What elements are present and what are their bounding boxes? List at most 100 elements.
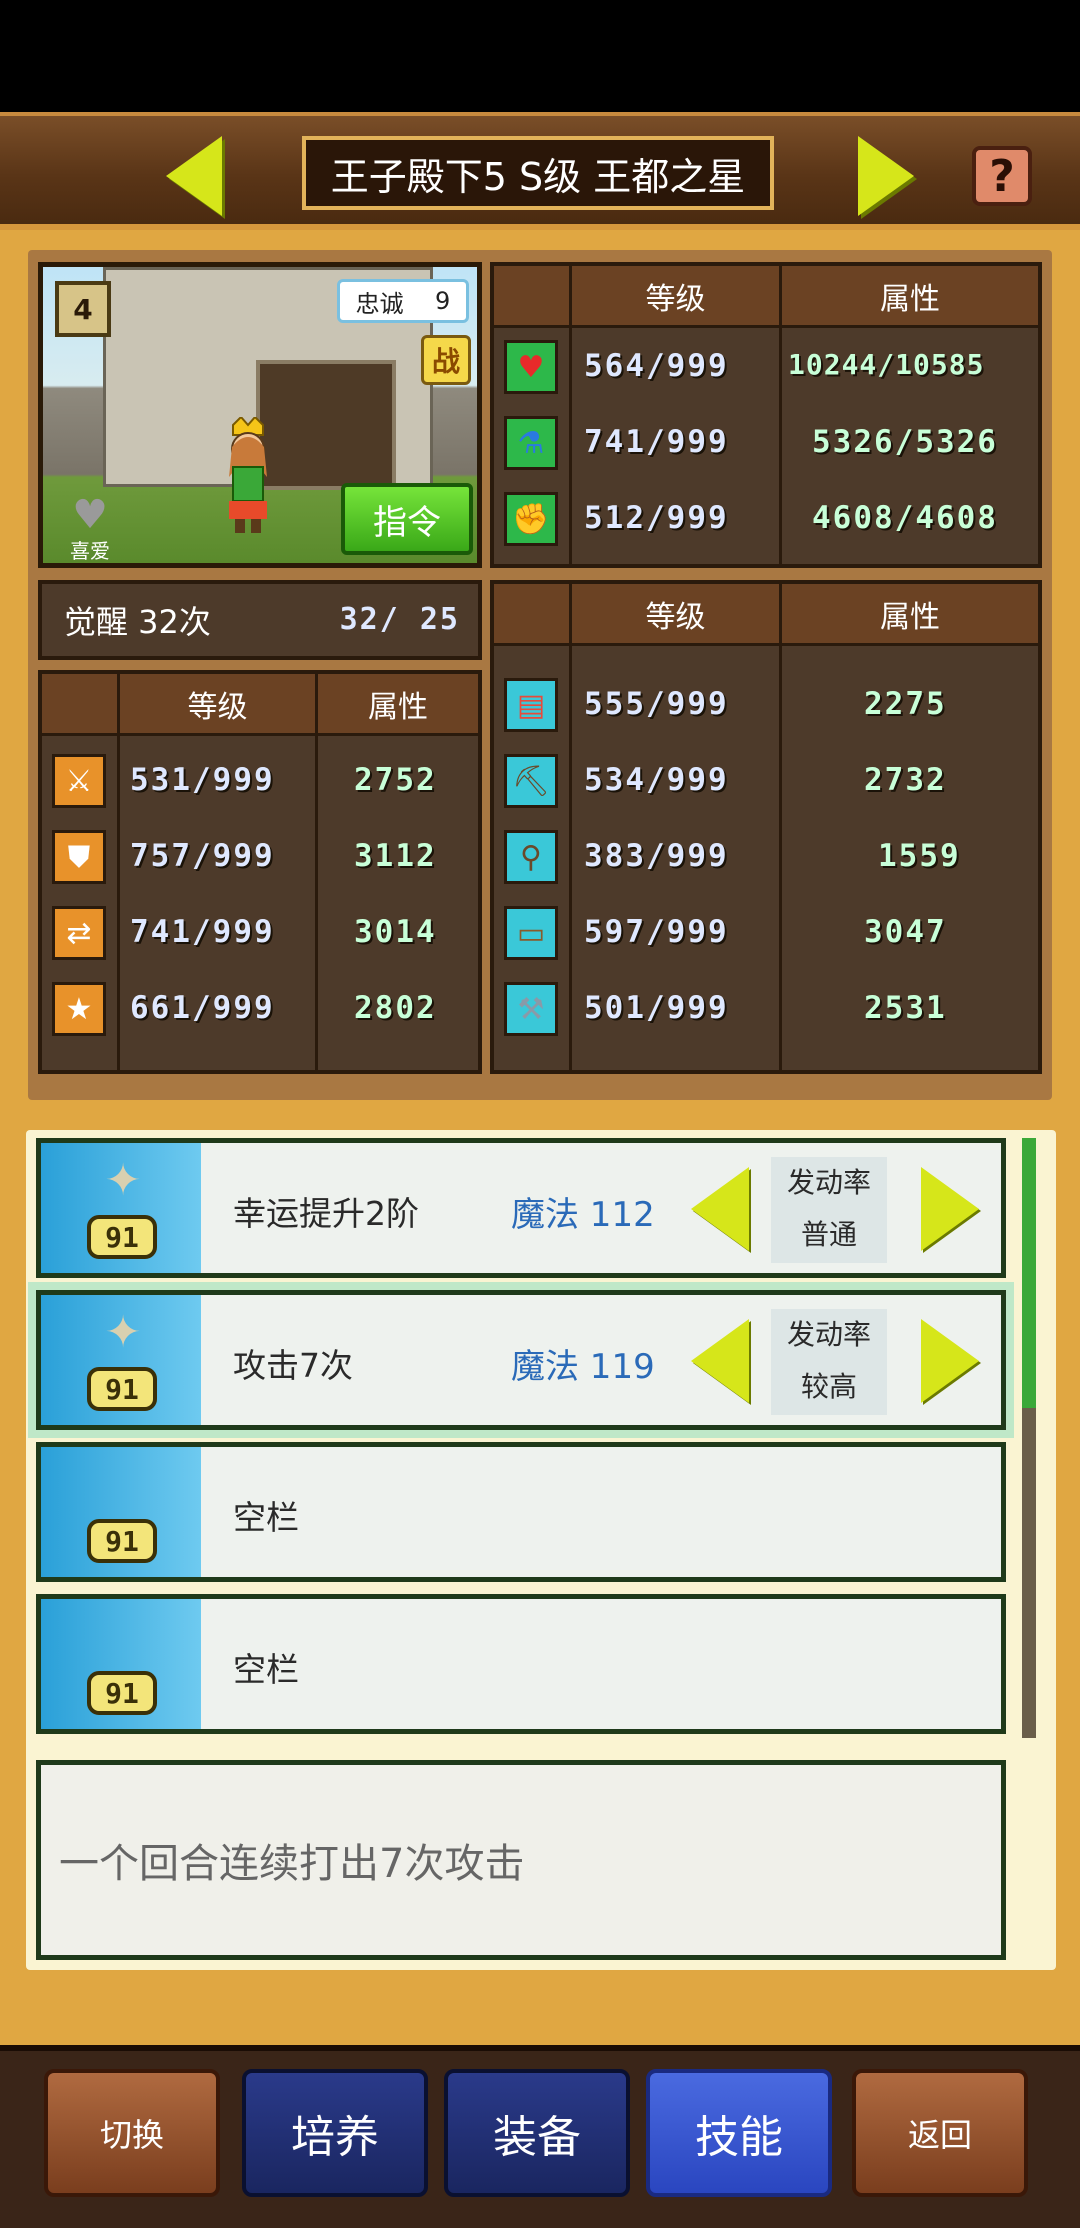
combat-stats-table: 等级 属性 ⚔ 531/999 2752 ⛊ 757/999 3112 ⇄ 74… bbox=[38, 670, 482, 1074]
skill-level: 91 bbox=[87, 1671, 157, 1715]
status-bar bbox=[0, 0, 1080, 112]
skill-magic-cost: 魔法 119 bbox=[511, 1347, 655, 1387]
awaken-value: 32/ 25 bbox=[339, 602, 460, 637]
crafting-level: 597/999 bbox=[584, 914, 729, 950]
prev-character-button[interactable] bbox=[166, 136, 226, 216]
skill-slot-2[interactable]: ✦ 91 攻击7次 魔法 119 发动率 较高 bbox=[36, 1290, 1006, 1430]
activation-rate: 发动率 普通 bbox=[771, 1157, 887, 1263]
skill-slot-4[interactable]: 91 空栏 bbox=[36, 1594, 1006, 1734]
skill-name: 空栏 bbox=[233, 1498, 299, 1537]
heart-icon: ♥ bbox=[72, 492, 108, 538]
train-button[interactable]: 培养 bbox=[242, 2069, 428, 2197]
rate-decrease-button[interactable] bbox=[691, 1167, 755, 1251]
hp-level: 564/999 bbox=[584, 348, 729, 384]
skills-tab-button[interactable]: 技能 bbox=[646, 2069, 832, 2197]
header-bar: 王子殿下5 S级 王都之星 ? bbox=[0, 112, 1080, 230]
rate-value: 较高 bbox=[800, 1370, 857, 1403]
skill-scrollbar[interactable] bbox=[1022, 1138, 1036, 1738]
skill-magic-cost: 魔法 112 bbox=[511, 1195, 655, 1235]
arrow-left-icon bbox=[691, 1167, 749, 1251]
shovel-icon: ⚲ bbox=[504, 830, 558, 884]
skill-slot-3[interactable]: 91 空栏 bbox=[36, 1442, 1006, 1582]
bottom-nav: 切换 培养 装备 技能 返回 bbox=[0, 2045, 1080, 2228]
skill-gem-icon: ✦ bbox=[104, 1155, 142, 1206]
hammer-icon: ⚒ bbox=[504, 982, 558, 1036]
study-attr: 2275 bbox=[864, 686, 947, 722]
battle-badge[interactable]: 战 bbox=[421, 335, 471, 385]
table-header-attr: 属性 bbox=[782, 584, 1038, 646]
table-header-level: 等级 bbox=[572, 584, 782, 646]
defense-level: 757/999 bbox=[130, 838, 275, 874]
chest-icon: ▭ bbox=[504, 906, 558, 960]
switch-button[interactable]: 切换 bbox=[44, 2069, 220, 2197]
rate-decrease-button[interactable] bbox=[691, 1319, 755, 1403]
table-header-blank bbox=[42, 674, 120, 736]
main-frame: 4 忠诚 9 战 ♥ 喜爱 指令 等级 属性 ♥ 564/999 10244/1… bbox=[0, 230, 1080, 2045]
heart-icon: ♥ bbox=[504, 340, 558, 394]
skill-description: 一个回合连续打出7次攻击 bbox=[36, 1760, 1006, 1960]
table-header-level: 等级 bbox=[572, 266, 782, 328]
shield-icon: ⛊ bbox=[52, 830, 106, 884]
mining-level: 534/999 bbox=[584, 762, 729, 798]
rank-badge: 4 bbox=[55, 281, 111, 337]
skill-level: 91 bbox=[87, 1367, 157, 1411]
character-portrait: 4 忠诚 9 战 ♥ 喜爱 指令 bbox=[38, 262, 482, 568]
star-icon: ★ bbox=[52, 982, 106, 1036]
skill-level: 91 bbox=[87, 1519, 157, 1563]
back-button[interactable]: 返回 bbox=[852, 2069, 1028, 2197]
equip-button[interactable]: 装备 bbox=[444, 2069, 630, 2197]
skill-thumb: 91 bbox=[41, 1447, 201, 1577]
rate-increase-button[interactable] bbox=[921, 1319, 985, 1403]
smithing-attr: 2531 bbox=[864, 990, 947, 1026]
digging-attr: 1559 bbox=[878, 838, 961, 874]
study-level: 555/999 bbox=[584, 686, 729, 722]
book-icon: ▤ bbox=[504, 678, 558, 732]
rate-increase-button[interactable] bbox=[921, 1167, 985, 1251]
muscle-icon: ✊ bbox=[504, 492, 558, 546]
mp-level: 741/999 bbox=[584, 424, 729, 460]
rate-value: 普通 bbox=[800, 1218, 857, 1251]
mining-attr: 2732 bbox=[864, 762, 947, 798]
loyalty-label: 忠诚 bbox=[355, 289, 404, 318]
sword-icon: ⚔ bbox=[52, 754, 106, 808]
next-character-button[interactable] bbox=[858, 136, 918, 216]
arrow-left-icon bbox=[166, 136, 222, 216]
favorite-label: 喜爱 bbox=[70, 539, 110, 563]
crafting-attr: 3047 bbox=[864, 914, 947, 950]
stamina-attr: 4608/4608 bbox=[812, 500, 998, 536]
attack-attr: 2752 bbox=[354, 762, 437, 798]
skill-slot-1[interactable]: ✦ 91 幸运提升2阶 魔法 112 发动率 普通 bbox=[36, 1138, 1006, 1278]
vitals-table: 等级 属性 ♥ 564/999 10244/10585 ⚗ 741/999 53… bbox=[490, 262, 1042, 568]
life-skills-table: 等级 属性 ▤ 555/999 2275 ⛏ 534/999 2732 ⚲ 38… bbox=[490, 580, 1042, 1074]
princess-sprite bbox=[229, 417, 267, 533]
help-button[interactable]: ? bbox=[972, 146, 1032, 206]
awaken-row: 觉醒 32次 32/ 25 bbox=[38, 580, 482, 660]
favorite-button[interactable]: ♥ 喜爱 bbox=[55, 492, 125, 563]
scrollbar-thumb[interactable] bbox=[1022, 1138, 1036, 1408]
defense-attr: 3112 bbox=[354, 838, 437, 874]
digging-level: 383/999 bbox=[584, 838, 729, 874]
agility-attr: 3014 bbox=[354, 914, 437, 950]
smithing-level: 501/999 bbox=[584, 990, 729, 1026]
luck-level: 661/999 bbox=[130, 990, 275, 1026]
skill-panel: ✦ 91 幸运提升2阶 魔法 112 发动率 普通 ✦ 91 攻击7次 魔法 1… bbox=[26, 1130, 1056, 1970]
table-header-attr: 属性 bbox=[318, 674, 478, 736]
arrows-icon: ⇄ bbox=[52, 906, 106, 960]
stats-panel: 4 忠诚 9 战 ♥ 喜爱 指令 等级 属性 ♥ 564/999 10244/1… bbox=[28, 250, 1052, 1100]
skill-thumb: 91 bbox=[41, 1599, 201, 1729]
skill-thumb: ✦ 91 bbox=[41, 1295, 201, 1425]
table-header-level: 等级 bbox=[120, 674, 318, 736]
arrow-right-icon bbox=[921, 1319, 979, 1403]
skill-name: 攻击7次 bbox=[233, 1346, 353, 1385]
arrow-left-icon bbox=[691, 1319, 749, 1403]
skill-name: 幸运提升2阶 bbox=[233, 1194, 419, 1233]
mp-attr: 5326/5326 bbox=[812, 424, 998, 460]
loyalty-badge: 忠诚 9 bbox=[337, 279, 469, 323]
loyalty-value: 9 bbox=[435, 287, 451, 315]
hp-attr: 10244/10585 bbox=[788, 348, 985, 381]
skill-thumb: ✦ 91 bbox=[41, 1143, 201, 1273]
pickaxe-icon: ⛏ bbox=[504, 754, 558, 808]
command-button[interactable]: 指令 bbox=[341, 483, 473, 555]
skill-level: 91 bbox=[87, 1215, 157, 1259]
agility-level: 741/999 bbox=[130, 914, 275, 950]
